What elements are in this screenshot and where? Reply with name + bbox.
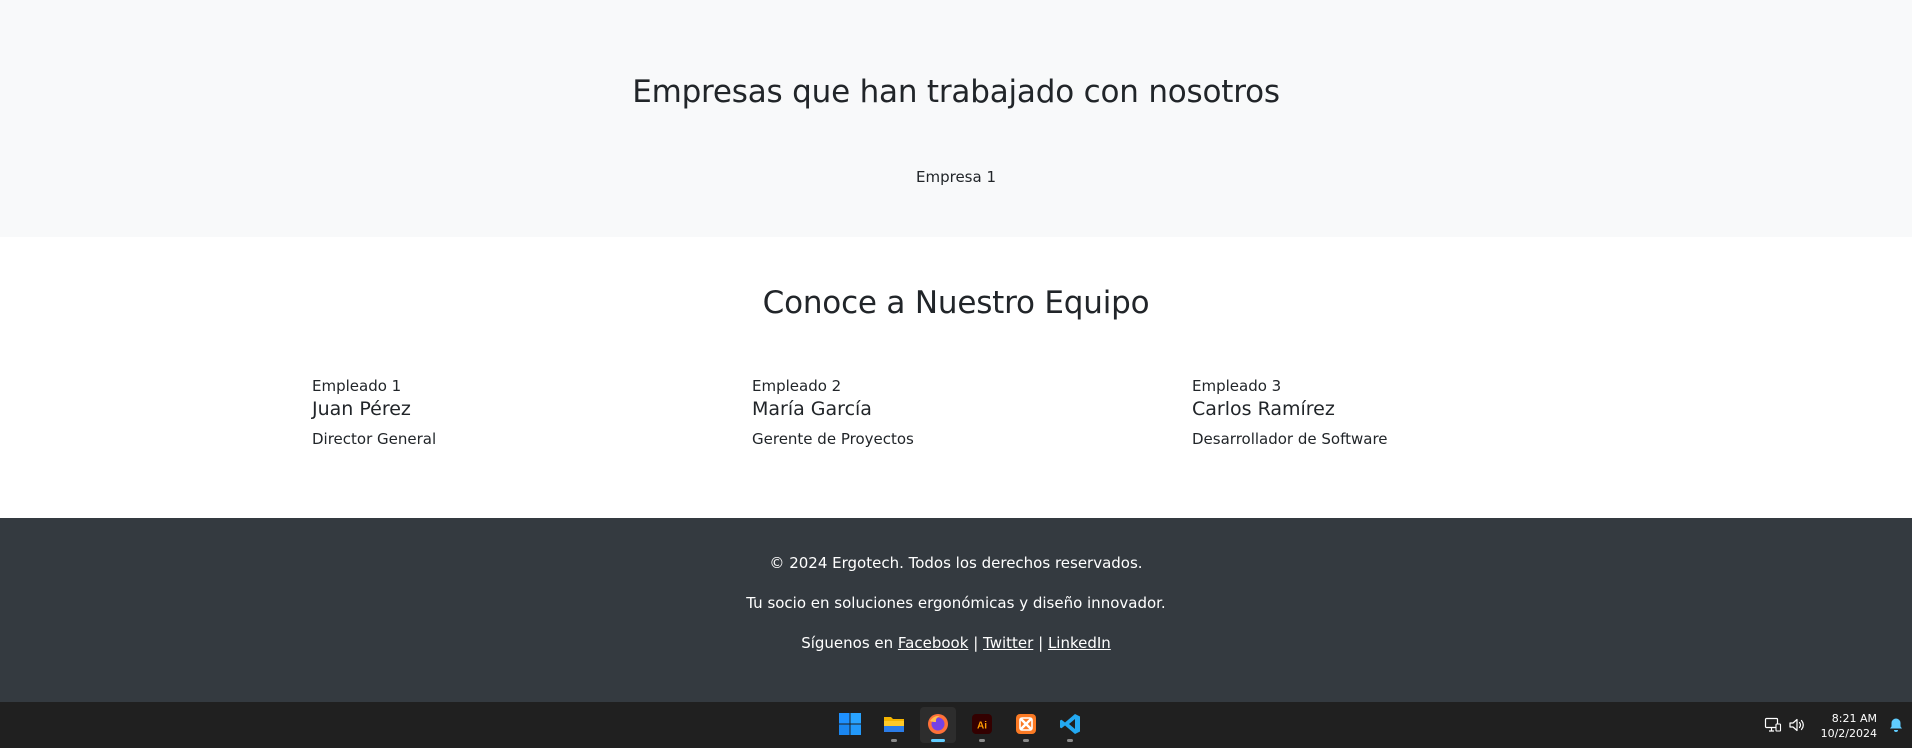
system-clock[interactable]: 8:21 AM 10/2/2024 <box>1821 711 1877 741</box>
companies-title: Empresas que han trabajado con nosotros <box>632 74 1280 110</box>
clock-date: 10/2/2024 <box>1820 727 1877 740</box>
team-title: Conoce a Nuestro Equipo <box>762 285 1150 321</box>
team-member-card: Empleado 2 María García Gerente de Proye… <box>752 377 1172 448</box>
running-indicator <box>891 739 897 742</box>
clock-time: 8:21 AM <box>1831 712 1877 725</box>
member-role: Director General <box>312 430 437 448</box>
ai-label: Ai <box>977 721 987 732</box>
twitter-link[interactable]: Twitter <box>983 634 1033 652</box>
member-tag: Empleado 3 <box>1192 377 1282 395</box>
illustrator-button[interactable]: Ai <box>964 707 1000 743</box>
team-member-card: Empleado 3 Carlos Ramírez Desarrollador … <box>1192 377 1612 448</box>
team-section: Conoce a Nuestro Equipo Empleado 1 Juan … <box>0 237 1912 518</box>
taskbar: Ai 8:21 AM 10/2/2024 <box>0 702 1912 748</box>
adobe-illustrator-icon: Ai <box>972 714 992 734</box>
link-separator: | <box>973 634 979 652</box>
firefox-button[interactable] <box>920 707 956 743</box>
start-button[interactable] <box>832 707 868 743</box>
member-tag: Empleado 2 <box>752 377 842 395</box>
xampp-icon <box>1016 714 1036 734</box>
team-member-card: Empleado 1 Juan Pérez Director General <box>312 377 732 448</box>
running-indicator <box>979 739 985 742</box>
active-indicator <box>931 739 945 742</box>
footer-tagline: Tu socio en soluciones ergonómicas y dis… <box>746 594 1166 612</box>
running-indicator <box>1067 739 1073 742</box>
member-tag: Empleado 1 <box>312 377 402 395</box>
windows-start-icon <box>839 713 861 735</box>
notification-bell-icon[interactable] <box>1888 717 1904 733</box>
footer-social-line: Síguenos en Facebook | Twitter | LinkedI… <box>0 634 1912 652</box>
link-separator: | <box>1038 634 1044 652</box>
file-explorer-button[interactable] <box>876 707 912 743</box>
vscode-icon <box>1060 714 1080 734</box>
firefox-icon <box>928 714 948 734</box>
member-role: Desarrollador de Software <box>1192 430 1388 448</box>
member-name: Carlos Ramírez <box>1192 398 1335 420</box>
running-indicator <box>1023 739 1029 742</box>
follow-prefix: Síguenos en <box>801 634 894 652</box>
companies-section: Empresas que han trabajado con nosotros … <box>0 0 1912 237</box>
member-role: Gerente de Proyectos <box>752 430 914 448</box>
company-item: Empresa 1 <box>916 168 996 186</box>
vscode-button[interactable] <box>1052 707 1088 743</box>
file-explorer-icon <box>884 717 904 732</box>
volume-icon[interactable] <box>1788 716 1806 734</box>
page-footer: © 2024 Ergotech. Todos los derechos rese… <box>0 518 1912 702</box>
facebook-link[interactable]: Facebook <box>898 634 968 652</box>
xampp-button[interactable] <box>1008 707 1044 743</box>
member-name: María García <box>752 398 872 420</box>
network-icon[interactable] <box>1764 716 1782 734</box>
linkedin-link[interactable]: LinkedIn <box>1048 634 1111 652</box>
member-name: Juan Pérez <box>312 398 411 420</box>
footer-copyright: © 2024 Ergotech. Todos los derechos rese… <box>769 554 1143 572</box>
